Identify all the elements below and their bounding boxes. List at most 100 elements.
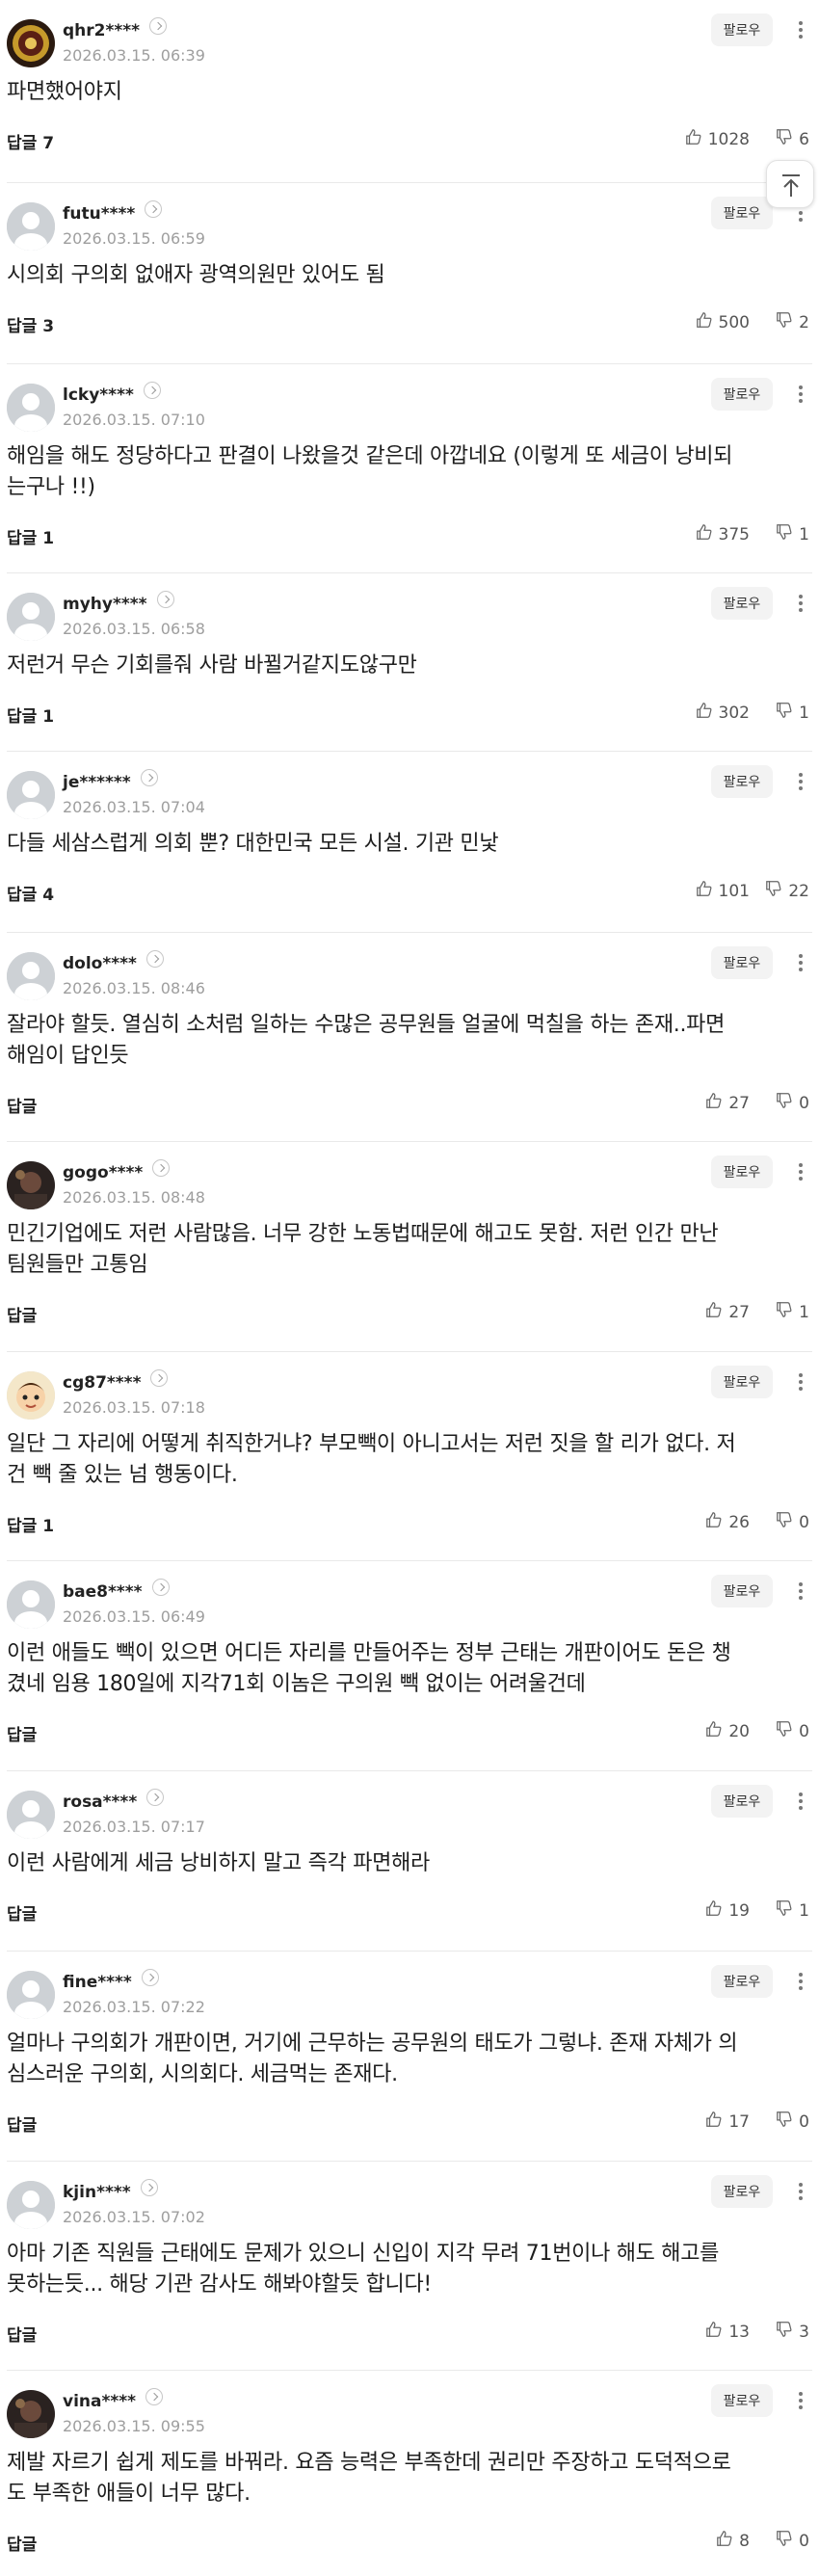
username[interactable]: cg87**** (63, 1369, 169, 1393)
chevron-right-icon[interactable] (143, 382, 161, 399)
kebab-icon[interactable] (792, 2175, 809, 2208)
avatar[interactable] (7, 1371, 55, 1420)
kebab-icon[interactable] (792, 1575, 809, 1607)
kebab-icon[interactable] (792, 2384, 809, 2417)
username[interactable]: bae8**** (63, 1579, 170, 1602)
username[interactable]: fine**** (63, 1969, 159, 1992)
follow-button[interactable]: 팔로우 (711, 946, 773, 979)
chevron-right-icon[interactable] (151, 1579, 170, 1596)
avatar[interactable] (7, 771, 55, 819)
dislike-button[interactable]: 1 (776, 1301, 809, 1323)
scroll-to-top-button[interactable] (766, 160, 814, 208)
chevron-right-icon[interactable] (149, 17, 168, 35)
like-button[interactable]: 8 (716, 2530, 750, 2552)
kebab-icon[interactable] (792, 946, 809, 979)
follow-button[interactable]: 팔로우 (711, 1575, 773, 1607)
avatar[interactable] (7, 1161, 55, 1209)
username-text[interactable]: fine**** (63, 1973, 132, 1992)
username-text[interactable]: cg87**** (63, 1373, 141, 1393)
dislike-button[interactable]: 2 (776, 311, 809, 333)
chevron-right-icon[interactable] (140, 2179, 158, 2196)
dislike-button[interactable]: 6 (776, 128, 809, 150)
like-button[interactable]: 1028 (685, 128, 750, 150)
kebab-icon[interactable] (792, 378, 809, 411)
like-button[interactable]: 26 (705, 1511, 750, 1533)
chevron-right-icon[interactable] (141, 1969, 159, 1986)
username-text[interactable]: bae8**** (63, 1582, 143, 1602)
reply-button[interactable]: 답글 (7, 1302, 37, 1326)
username-text[interactable]: vina**** (63, 2392, 136, 2411)
dislike-button[interactable]: 1 (776, 523, 809, 545)
reply-button[interactable]: 답글 (7, 1900, 37, 1925)
follow-button[interactable]: 팔로우 (711, 13, 773, 46)
avatar[interactable] (7, 952, 55, 1000)
like-button[interactable]: 302 (696, 702, 750, 724)
reply-button[interactable]: 답글 (7, 1721, 37, 1745)
username-text[interactable]: myhy**** (63, 595, 147, 614)
username-text[interactable]: futu**** (63, 204, 135, 224)
follow-button[interactable]: 팔로우 (711, 197, 773, 229)
reply-button[interactable]: 답글 7 (7, 129, 54, 153)
username-text[interactable]: kjin**** (63, 2183, 131, 2202)
like-button[interactable]: 19 (705, 1899, 750, 1922)
kebab-icon[interactable] (792, 587, 809, 620)
kebab-icon[interactable] (792, 1155, 809, 1188)
like-button[interactable]: 27 (705, 1092, 750, 1114)
reply-button[interactable]: 답글 1 (7, 524, 54, 548)
dislike-button[interactable]: 1 (776, 702, 809, 724)
chevron-right-icon[interactable] (146, 1789, 165, 1806)
reply-button[interactable]: 답글 (7, 2111, 37, 2136)
reply-button[interactable]: 답글 1 (7, 1512, 54, 1536)
username-text[interactable]: gogo**** (63, 1163, 143, 1182)
chevron-right-icon[interactable] (145, 2388, 164, 2405)
follow-button[interactable]: 팔로우 (711, 765, 773, 798)
avatar[interactable] (7, 1791, 55, 1839)
like-button[interactable]: 13 (705, 2321, 750, 2343)
dislike-button[interactable]: 22 (765, 880, 809, 902)
kebab-icon[interactable] (792, 1366, 809, 1398)
like-button[interactable]: 20 (705, 1720, 750, 1742)
reply-button[interactable]: 답글 4 (7, 881, 54, 905)
reply-button[interactable]: 답글 3 (7, 312, 54, 336)
dislike-button[interactable]: 3 (776, 2321, 809, 2343)
follow-button[interactable]: 팔로우 (711, 587, 773, 620)
kebab-icon[interactable] (792, 765, 809, 798)
avatar[interactable] (7, 2390, 55, 2438)
username[interactable]: kjin**** (63, 2179, 158, 2202)
follow-button[interactable]: 팔로우 (711, 1965, 773, 1998)
username[interactable]: dolo**** (63, 950, 164, 973)
kebab-icon[interactable] (792, 13, 809, 46)
avatar[interactable] (7, 202, 55, 251)
chevron-right-icon[interactable] (145, 200, 163, 218)
reply-button[interactable]: 답글 (7, 1093, 37, 1117)
follow-button[interactable]: 팔로우 (711, 1785, 773, 1818)
chevron-right-icon[interactable] (150, 1369, 169, 1387)
username[interactable]: rosa**** (63, 1789, 165, 1812)
dislike-button[interactable]: 0 (776, 1092, 809, 1114)
avatar[interactable] (7, 1971, 55, 2019)
reply-button[interactable]: 답글 (7, 2322, 37, 2346)
kebab-icon[interactable] (792, 1965, 809, 1998)
username[interactable]: lcky**** (63, 382, 161, 405)
chevron-right-icon[interactable] (152, 1159, 171, 1177)
like-button[interactable]: 375 (696, 523, 750, 545)
like-button[interactable]: 500 (696, 311, 750, 333)
follow-button[interactable]: 팔로우 (711, 378, 773, 411)
avatar[interactable] (7, 2181, 55, 2229)
username[interactable]: gogo**** (63, 1159, 171, 1182)
username-text[interactable]: lcky**** (63, 385, 134, 405)
like-button[interactable]: 101 (696, 880, 750, 902)
like-button[interactable]: 17 (705, 2111, 750, 2133)
dislike-button[interactable]: 0 (776, 1511, 809, 1533)
username[interactable]: je****** (63, 769, 158, 792)
follow-button[interactable]: 팔로우 (711, 1366, 773, 1398)
follow-button[interactable]: 팔로우 (711, 2175, 773, 2208)
reply-button[interactable]: 답글 (7, 2531, 37, 2555)
username-text[interactable]: rosa**** (63, 1793, 137, 1812)
follow-button[interactable]: 팔로우 (711, 1155, 773, 1188)
username[interactable]: qhr2**** (63, 17, 168, 40)
avatar[interactable] (7, 1580, 55, 1629)
username[interactable]: vina**** (63, 2388, 164, 2411)
chevron-right-icon[interactable] (140, 769, 158, 786)
like-button[interactable]: 27 (705, 1301, 750, 1323)
